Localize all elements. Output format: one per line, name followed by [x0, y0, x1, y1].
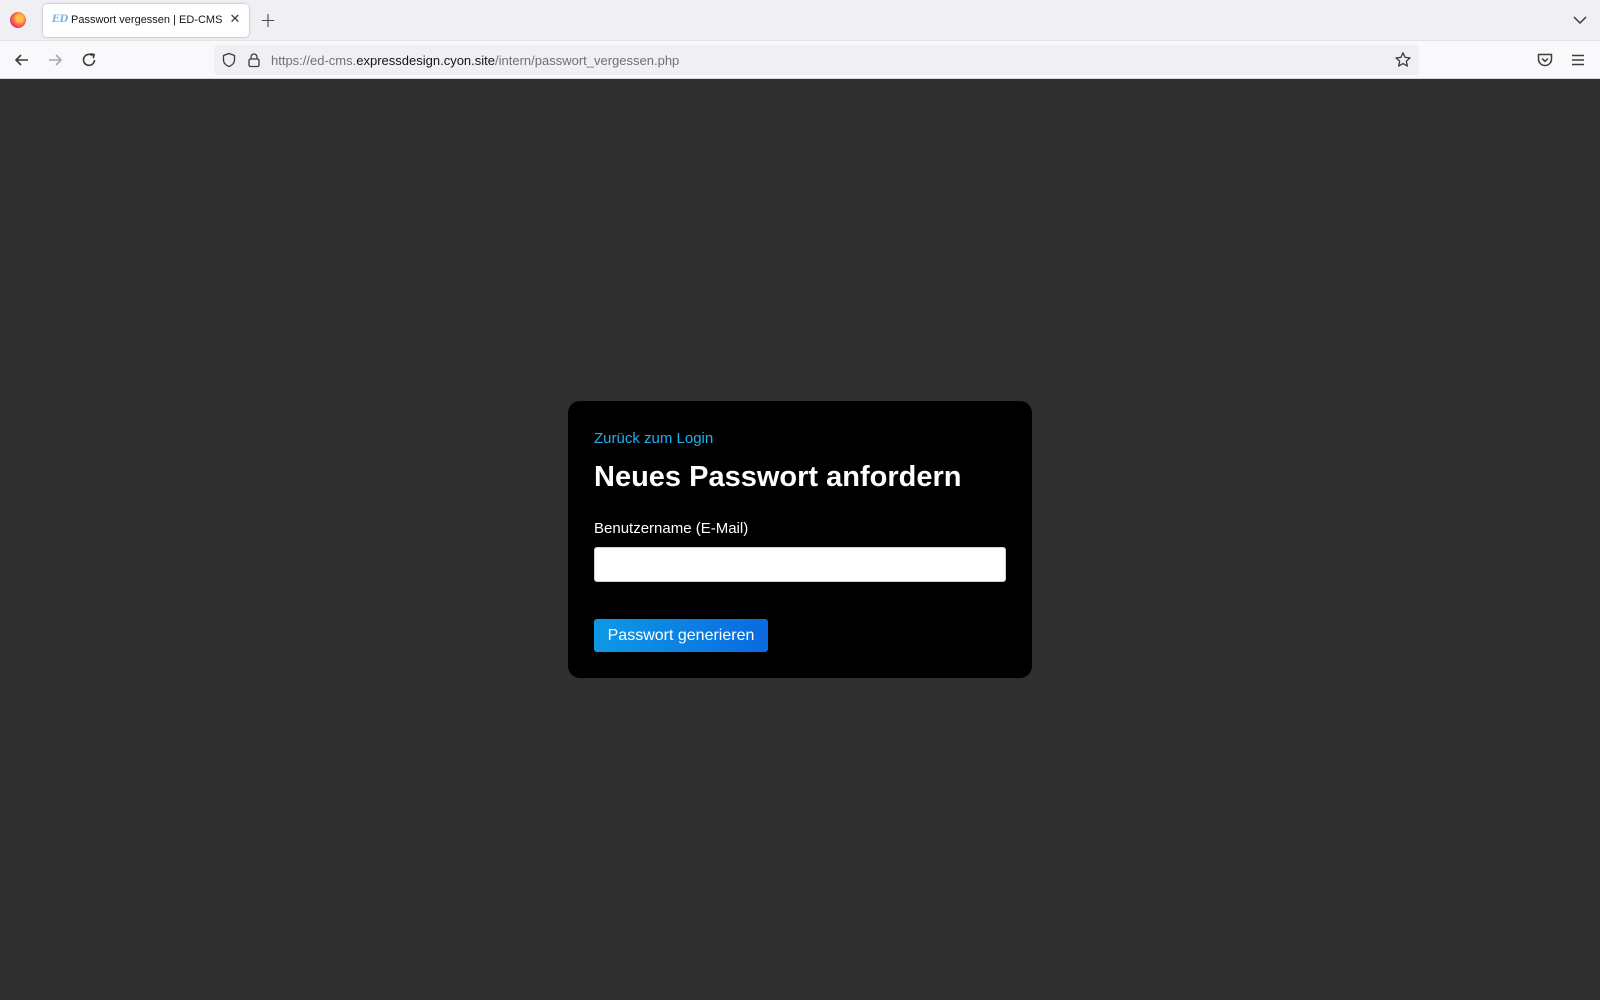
site-favicon-icon: ED: [52, 14, 69, 25]
navigation-toolbar: https://ed-cms.expressdesign.cyon.site/i…: [0, 41, 1600, 79]
email-label: Benutzername (E-Mail): [594, 520, 749, 537]
tab-title: Passwort vergessen | ED-CMS: [71, 14, 223, 26]
active-tab[interactable]: ED Passwort vergessen | ED-CMS ✕: [43, 4, 249, 37]
lock-icon[interactable]: [246, 52, 262, 68]
tab-bar: ED Passwort vergessen | ED-CMS ✕ +: [0, 0, 1600, 41]
password-reset-card: Zurück zum Login Neues Passwort anforder…: [568, 401, 1032, 678]
pocket-icon[interactable]: [1535, 50, 1555, 70]
star-icon[interactable]: [1394, 51, 1412, 69]
url-text[interactable]: https://ed-cms.expressdesign.cyon.site/i…: [271, 53, 679, 68]
email-input[interactable]: [594, 547, 1006, 582]
url-domain: expressdesign.cyon.site: [356, 53, 495, 68]
shield-icon[interactable]: [221, 52, 237, 68]
tab-list-chevron-icon[interactable]: [1571, 11, 1589, 29]
reload-icon[interactable]: [79, 50, 99, 70]
back-to-login-link[interactable]: Zurück zum Login: [594, 430, 713, 447]
back-arrow-icon[interactable]: [12, 50, 32, 70]
url-path: /intern/passwort_vergessen.php: [495, 53, 680, 68]
forward-arrow-icon[interactable]: [45, 50, 65, 70]
generate-password-button[interactable]: Passwort generieren: [594, 619, 768, 652]
address-bar[interactable]: https://ed-cms.expressdesign.cyon.site/i…: [214, 45, 1419, 75]
url-prefix: https://ed-cms.: [271, 53, 357, 68]
page-title: Neues Passwort anfordern: [594, 461, 962, 493]
tab-close-icon[interactable]: ✕: [227, 12, 243, 28]
firefox-logo-icon: [10, 12, 26, 28]
new-tab-button[interactable]: +: [258, 10, 278, 30]
menu-icon[interactable]: [1568, 50, 1588, 70]
